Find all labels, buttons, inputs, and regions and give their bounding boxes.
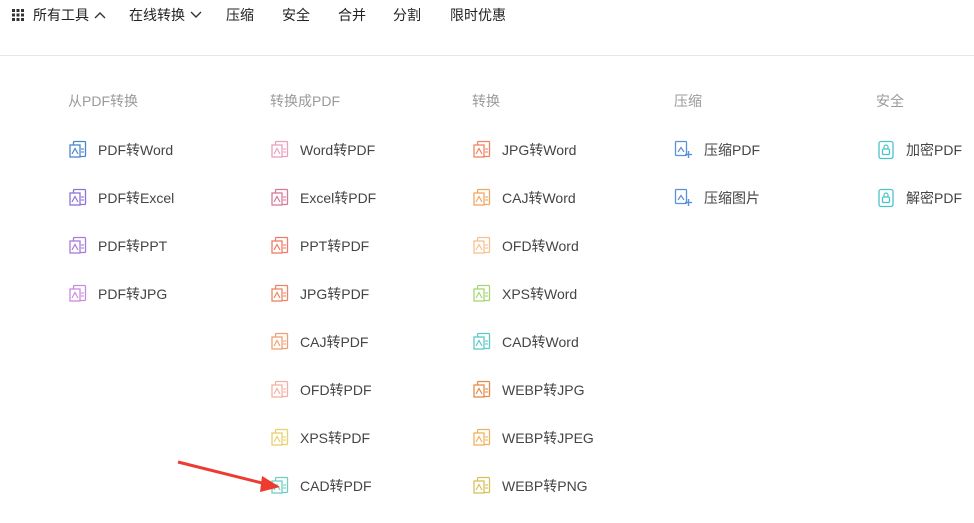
- tool-label: XPS转PDF: [300, 430, 371, 446]
- file-convert-icon: [68, 236, 98, 256]
- nav-compress[interactable]: 压缩: [226, 0, 254, 30]
- nav-promo[interactable]: 限时优惠: [450, 0, 506, 30]
- file-convert-icon: [472, 188, 502, 208]
- tool-link[interactable]: XPS转Word: [472, 283, 577, 305]
- tool-link[interactable]: CAD转Word: [472, 331, 579, 353]
- tool-label: PDF转Excel: [98, 190, 175, 206]
- file-convert-icon: [270, 140, 300, 160]
- column-title: 转换成PDF: [270, 93, 340, 109]
- tool-link[interactable]: Word转PDF: [270, 139, 375, 161]
- tool-link[interactable]: CAJ转PDF: [270, 331, 368, 353]
- tool-label: WEBP转JPEG: [502, 430, 594, 446]
- tool-label: WEBP转PNG: [502, 478, 588, 494]
- tool-link[interactable]: PDF转Word: [68, 139, 173, 161]
- column-title: 转换: [472, 93, 500, 109]
- tool-label: Word转PDF: [300, 142, 376, 158]
- file-convert-icon: [270, 428, 300, 448]
- nav-all-tools[interactable]: 所有工具: [12, 0, 106, 30]
- nav-split[interactable]: 分割: [393, 0, 421, 30]
- tool-label: 压缩图片: [704, 190, 760, 206]
- tool-link[interactable]: CAJ转Word: [472, 187, 576, 209]
- compress-file-icon: [674, 188, 704, 208]
- file-convert-icon: [472, 380, 502, 400]
- tool-link[interactable]: OFD转Word: [472, 235, 579, 257]
- tool-link[interactable]: WEBP转JPEG: [472, 427, 594, 449]
- tool-label: JPG转PDF: [300, 286, 370, 302]
- tool-label: CAD转PDF: [300, 478, 372, 494]
- tool-column: 转换 JPG转Word CAJ转Word OFD转Word XPS转Word CAD转Wo…: [472, 90, 672, 494]
- tool-column: 安全加密PDF 解密PDF: [876, 90, 974, 208]
- file-convert-icon: [68, 188, 98, 208]
- file-convert-icon: [270, 380, 300, 400]
- tool-link[interactable]: 压缩图片: [674, 187, 760, 209]
- tool-link[interactable]: 解密PDF: [876, 187, 962, 209]
- file-convert-icon: [270, 476, 300, 496]
- nav-security[interactable]: 安全: [282, 0, 310, 30]
- tool-link[interactable]: PPT转PDF: [270, 235, 369, 257]
- file-convert-icon: [270, 284, 300, 304]
- tool-link[interactable]: CAD转PDF: [270, 475, 372, 497]
- tool-label: PDF转Word: [98, 142, 174, 158]
- file-convert-icon: [270, 332, 300, 352]
- column-title: 从PDF转换: [68, 93, 138, 109]
- lock-file-icon: [876, 140, 906, 160]
- compress-file-icon: [674, 140, 704, 160]
- tool-link[interactable]: 压缩PDF: [674, 139, 760, 161]
- tool-label: PDF转PPT: [98, 238, 168, 254]
- nav-merge[interactable]: 合并: [338, 0, 366, 30]
- grid-menu-icon: [12, 9, 24, 21]
- nav-all-tools-label: 所有工具: [33, 7, 89, 23]
- tool-label: PPT转PDF: [300, 238, 370, 254]
- tool-column: 转换成PDF Word转PDF Excel转PDF PPT转PDF JPG转PDF CAJ…: [270, 90, 470, 494]
- file-convert-icon: [270, 236, 300, 256]
- tool-link[interactable]: WEBP转JPG: [472, 379, 584, 401]
- file-convert-icon: [472, 284, 502, 304]
- top-navigation-bar: 所有工具 在线转换 压缩 安全 合并 分割 限时优惠: [0, 0, 974, 56]
- tool-label: 解密PDF: [906, 190, 962, 206]
- file-convert-icon: [472, 428, 502, 448]
- tool-label: OFD转PDF: [300, 382, 372, 398]
- tool-link[interactable]: WEBP转PNG: [472, 475, 588, 497]
- tool-link[interactable]: PDF转JPG: [68, 283, 167, 305]
- file-convert-icon: [472, 332, 502, 352]
- tool-label: OFD转Word: [502, 238, 579, 254]
- tool-link[interactable]: OFD转PDF: [270, 379, 372, 401]
- file-convert-icon: [472, 476, 502, 496]
- column-title: 安全: [876, 93, 904, 109]
- file-convert-icon: [472, 236, 502, 256]
- nav-online-convert-label: 在线转换: [129, 7, 185, 23]
- file-convert-icon: [270, 188, 300, 208]
- tool-label: XPS转Word: [502, 286, 578, 302]
- tool-label: JPG转Word: [502, 142, 577, 158]
- tool-link[interactable]: PDF转PPT: [68, 235, 167, 257]
- tool-label: PDF转JPG: [98, 286, 168, 302]
- file-convert-icon: [68, 284, 98, 304]
- tool-link[interactable]: JPG转PDF: [270, 283, 369, 305]
- column-title: 压缩: [674, 93, 702, 109]
- tool-column: 压缩压缩PDF 压缩图片: [674, 90, 874, 206]
- tool-label: 压缩PDF: [704, 142, 760, 158]
- tool-label: CAD转Word: [502, 334, 579, 350]
- tool-label: Excel转PDF: [300, 190, 377, 206]
- tool-label: CAJ转Word: [502, 190, 576, 206]
- tool-link[interactable]: XPS转PDF: [270, 427, 370, 449]
- chevron-down-icon: [190, 11, 202, 18]
- tool-label: 加密PDF: [906, 142, 962, 158]
- file-convert-icon: [472, 140, 502, 160]
- nav-online-convert[interactable]: 在线转换: [129, 0, 202, 30]
- tool-label: WEBP转JPG: [502, 382, 585, 398]
- tool-link[interactable]: JPG转Word: [472, 139, 576, 161]
- tool-column: 从PDF转换 PDF转Word PDF转Excel PDF转PPT PDF转JPG: [68, 90, 268, 302]
- file-convert-icon: [68, 140, 98, 160]
- chevron-up-icon: [94, 12, 106, 19]
- tool-label: CAJ转PDF: [300, 334, 369, 350]
- tool-link[interactable]: Excel转PDF: [270, 187, 376, 209]
- tool-link[interactable]: PDF转Excel: [68, 187, 174, 209]
- tool-link[interactable]: 加密PDF: [876, 139, 962, 161]
- lock-file-icon: [876, 188, 906, 208]
